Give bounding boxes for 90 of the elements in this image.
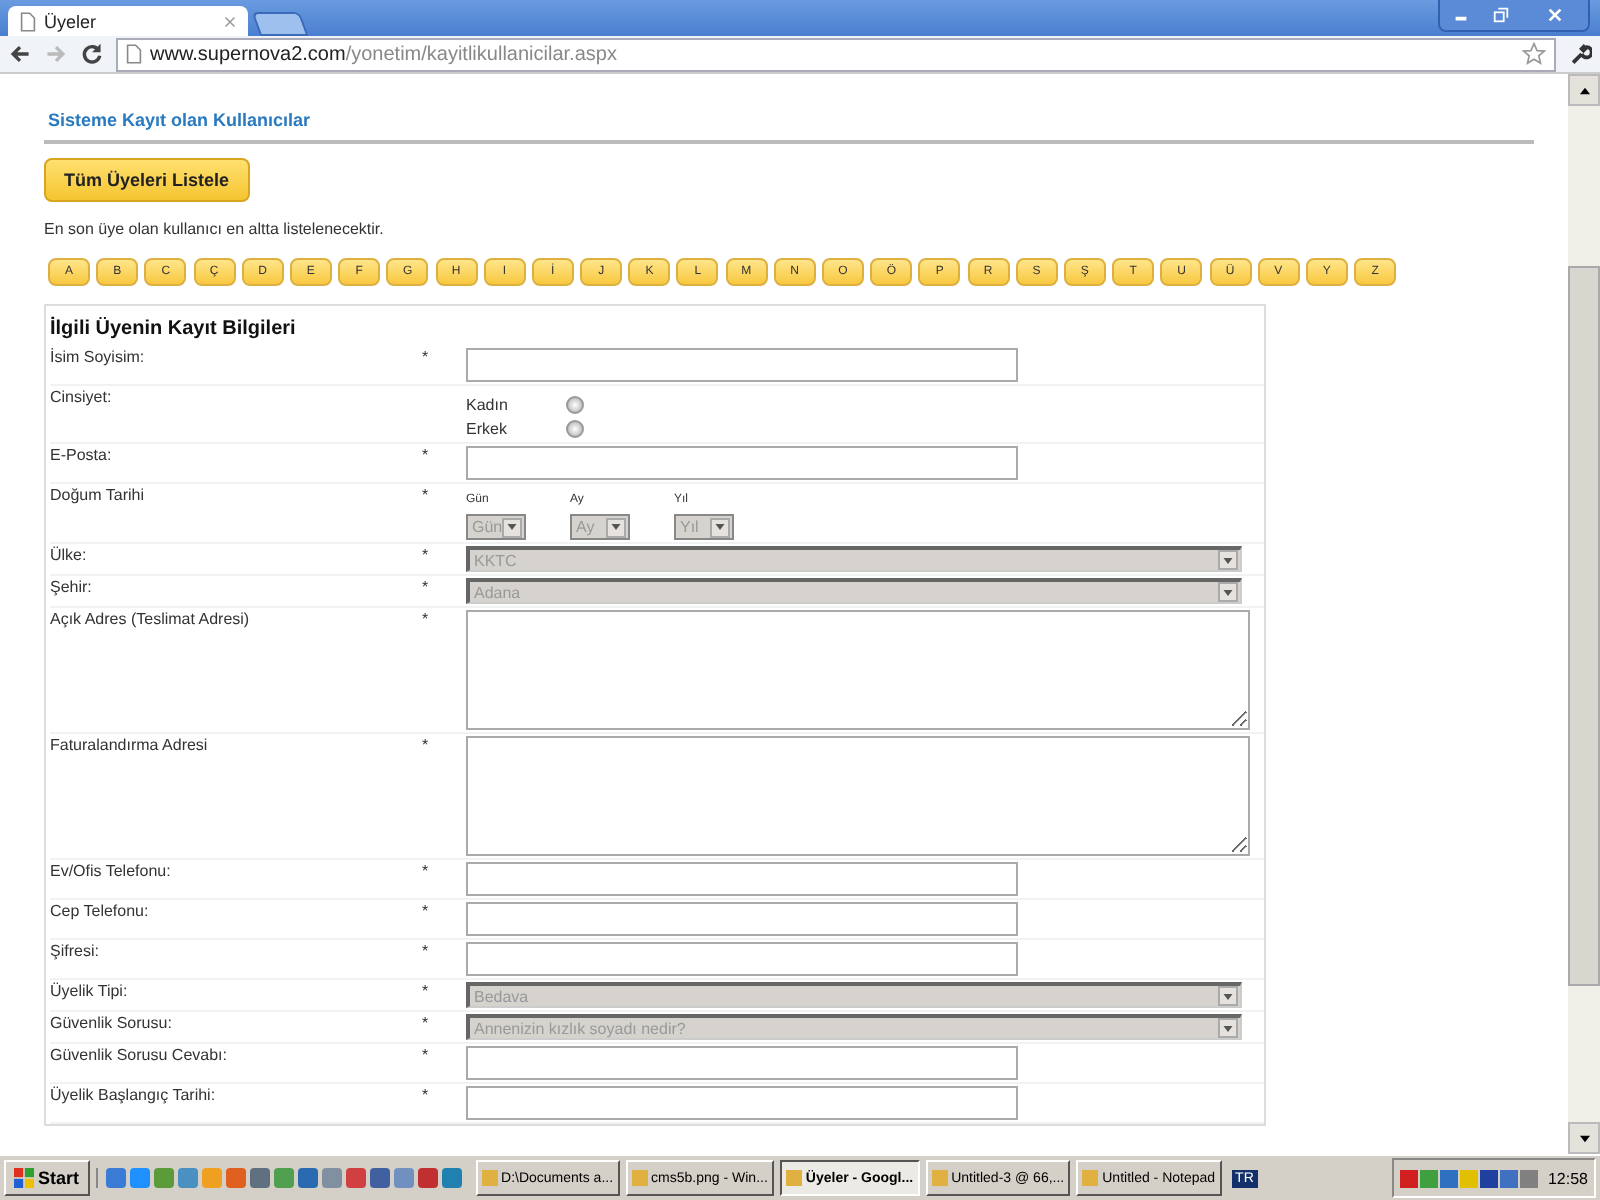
field-label: Şehir: — [50, 578, 94, 600]
field-label: İsim Soyisim: — [50, 348, 147, 370]
required-mark: * — [422, 942, 429, 960]
caret-icon — [714, 522, 726, 532]
windows-logo-icon — [14, 1168, 34, 1188]
required-mark: * — [422, 546, 429, 564]
required-mark: * — [422, 1046, 429, 1064]
back-icon[interactable] — [8, 42, 32, 66]
field-label: Faturalandırma Adresi — [50, 736, 210, 758]
quick-launch-icon[interactable] — [249, 1168, 270, 1188]
up-arrow-icon — [1577, 85, 1591, 95]
text-area[interactable] — [466, 736, 1250, 856]
text-field[interactable] — [466, 446, 1018, 480]
page-icon — [20, 11, 36, 31]
restore-icon — [1491, 6, 1509, 24]
required-mark: * — [422, 578, 429, 596]
form-title: İlgili Üyenin Kayıt Bilgileri — [50, 314, 298, 344]
reload-icon[interactable] — [80, 42, 104, 66]
field-label: Açık Adres (Teslimat Adresi) — [50, 610, 252, 632]
required-mark: * — [422, 348, 429, 366]
radio-label: Erkek — [466, 419, 509, 437]
field-label: Ülke: — [50, 546, 89, 568]
star-icon[interactable] — [1522, 42, 1546, 66]
quick-launch-icon[interactable] — [153, 1168, 174, 1188]
quick-launch-icon[interactable] — [345, 1168, 366, 1188]
quick-launch-icon[interactable] — [441, 1168, 462, 1188]
required-mark: * — [422, 610, 429, 628]
quick-launch-icon[interactable] — [177, 1168, 198, 1188]
radio-button[interactable] — [566, 419, 584, 437]
info-text: En son üye olan kullanıcı en altta listelenecektir. — [44, 220, 386, 238]
field-label: Güvenlik Sorusu: — [50, 1014, 174, 1036]
close-button[interactable] — [1520, 0, 1588, 30]
caret-icon — [1222, 1023, 1234, 1033]
field-label: Şifresi: — [50, 942, 101, 964]
caret-icon — [1222, 555, 1234, 565]
quick-launch-icon[interactable] — [105, 1168, 126, 1188]
wrench-icon[interactable] — [1568, 42, 1592, 66]
page-heading: Sisteme Kayıt olan Kullanıcılar — [44, 102, 1534, 144]
field-label: Cep Telefonu: — [50, 902, 151, 924]
quick-launch-icon[interactable] — [369, 1168, 390, 1188]
field-label: Doğum Tarihi — [50, 486, 146, 508]
field-label: Üyelik Tipi: — [50, 982, 130, 1004]
minimize-button[interactable] — [1440, 0, 1480, 30]
field-label: Ev/Ofis Telefonu: — [50, 862, 173, 884]
field-label: Güvenlik Sorusu Cevabı: — [50, 1046, 229, 1068]
quick-launch-icon[interactable] — [297, 1168, 318, 1188]
required-mark: * — [422, 736, 429, 754]
radio-label: Kadın — [466, 395, 510, 413]
start-button[interactable]: Start — [4, 1160, 90, 1196]
scroll-down-button[interactable] — [1568, 1122, 1600, 1154]
quick-launch-icon[interactable] — [393, 1168, 414, 1188]
field-label: E-Posta: — [50, 446, 114, 468]
scroll-up-button[interactable] — [1568, 74, 1600, 106]
page-icon — [126, 44, 142, 64]
required-mark: * — [422, 1014, 429, 1032]
text-field[interactable] — [466, 1046, 1018, 1080]
text-field[interactable] — [466, 902, 1018, 936]
text-field[interactable] — [466, 862, 1018, 896]
text-area[interactable] — [466, 610, 1250, 730]
close-icon — [1545, 6, 1563, 24]
required-mark: * — [422, 446, 429, 464]
quick-launch-icon[interactable] — [417, 1168, 438, 1188]
required-mark: * — [422, 902, 429, 920]
radio-button[interactable] — [566, 395, 584, 413]
caret-icon — [506, 522, 519, 532]
new-tab-button[interactable] — [251, 12, 309, 36]
quick-launch-icon[interactable] — [273, 1168, 294, 1188]
scrollbar-thumb[interactable] — [1568, 266, 1600, 986]
caret-icon — [1222, 587, 1234, 597]
required-mark: * — [422, 862, 429, 880]
quick-launch-icon[interactable] — [129, 1168, 150, 1188]
required-mark: * — [422, 486, 429, 504]
clock: 12:58 — [1547, 1169, 1588, 1187]
address-bar[interactable]: www.supernova2.com/yonetim/kayitlikullanicilar.aspx — [116, 37, 1556, 71]
quick-launch-icon[interactable] — [225, 1168, 246, 1188]
quick-launch-icon[interactable] — [321, 1168, 342, 1188]
text-field[interactable] — [466, 1086, 1018, 1120]
down-arrow-icon — [1577, 1133, 1591, 1143]
text-field[interactable] — [466, 942, 1018, 976]
list-all-button[interactable]: Tüm Üyeleri Listele — [44, 158, 250, 202]
text-field[interactable] — [466, 348, 1018, 382]
caret-icon — [610, 522, 622, 532]
field-label: Cinsiyet: — [50, 388, 114, 410]
required-mark: * — [422, 1086, 429, 1104]
required-mark: * — [422, 982, 429, 1000]
forward-icon[interactable] — [44, 42, 68, 66]
caret-icon — [1222, 991, 1234, 1001]
field-label: Üyelik Başlangıç Tarihi: — [50, 1086, 218, 1108]
close-icon[interactable] — [224, 15, 236, 27]
browser-tab[interactable]: Üyeler — [8, 6, 248, 36]
